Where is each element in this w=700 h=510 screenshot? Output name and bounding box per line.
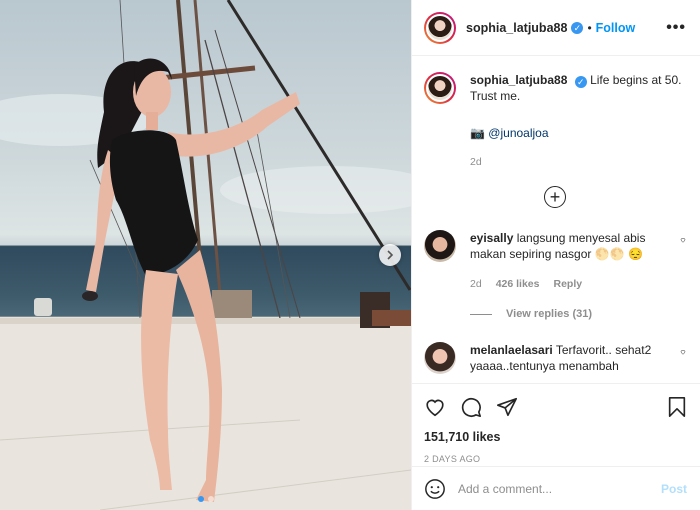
comment-item: eyisally langsung menyesal abis makan se… (424, 230, 686, 290)
like-comment-heart-icon[interactable] (674, 346, 686, 358)
verified-badge-icon: ✓ (574, 76, 587, 88)
camera-emoji: 📷 (470, 126, 485, 140)
carousel-dot (207, 496, 214, 502)
comment-username[interactable]: melanlaelasari (470, 343, 553, 357)
caption: sophia_latjuba88 ✓ Life begins at 50. Tr… (424, 72, 686, 168)
follow-button[interactable]: Follow (596, 21, 636, 35)
comment-item: melanlaelasari Terfavorit.. sehat2 yaaaa… (424, 342, 686, 374)
like-comment-heart-icon[interactable] (674, 234, 686, 246)
carousel-dots (0, 496, 411, 502)
comment-likes[interactable]: 426 likes (496, 278, 540, 290)
author-avatar[interactable] (424, 11, 456, 44)
post-side-panel: sophia_latjuba88 ✓ • Follow ••• sophia_l… (411, 0, 700, 510)
action-icons (424, 394, 687, 420)
comment-age: 2d (470, 278, 482, 290)
post-timestamp: 2 DAYS AGO (424, 454, 481, 464)
carousel-dot-active (197, 496, 204, 502)
tagged-line: 📷 @junoaljoa (470, 126, 686, 140)
comment-bubble-icon[interactable] (460, 396, 482, 418)
caption-username[interactable]: sophia_latjuba88 (470, 73, 567, 87)
reply-button[interactable]: Reply (553, 278, 582, 290)
smiley-icon[interactable] (424, 478, 446, 500)
photo-scene (0, 0, 411, 510)
commenter-avatar[interactable] (424, 342, 456, 374)
post-comment-button[interactable]: Post (661, 482, 687, 496)
verified-badge-icon: ✓ (571, 21, 584, 34)
separator-dot: • (587, 20, 592, 35)
caption-age: 2d (470, 156, 482, 168)
chevron-right-icon (387, 250, 394, 260)
comment-meta: 2d 426 likes Reply (470, 278, 674, 290)
more-horizontal-icon[interactable]: ••• (666, 19, 686, 37)
like-heart-icon[interactable] (424, 396, 446, 418)
commenter-avatar[interactable] (424, 230, 456, 262)
caption-avatar[interactable] (424, 72, 456, 104)
comment-input[interactable] (458, 481, 661, 496)
post-photo[interactable] (0, 0, 411, 510)
comment-text: melanlaelasari Terfavorit.. sehat2 yaaaa… (470, 342, 674, 374)
replies-line (470, 313, 492, 315)
post-actions: 151,710 likes 2 DAYS AGO (412, 383, 700, 464)
view-replies-label: View replies (31) (506, 308, 593, 320)
save-bookmark-icon[interactable] (667, 396, 687, 418)
caption-meta: 2d (470, 156, 686, 168)
comment-username[interactable]: eyisally (470, 231, 513, 245)
plus-circle-icon[interactable]: + (544, 186, 566, 208)
author-username[interactable]: sophia_latjuba88 (466, 21, 567, 35)
tagged-user-link[interactable]: @junoaljoa (488, 126, 548, 140)
load-more-wrap: + (424, 186, 686, 208)
view-replies-button[interactable]: View replies (31) (470, 308, 686, 320)
comments-list[interactable]: sophia_latjuba88 ✓ Life begins at 50. Tr… (412, 56, 700, 383)
comment-text: eyisally langsung menyesal abis makan se… (470, 230, 674, 262)
post-header: sophia_latjuba88 ✓ • Follow ••• (412, 0, 700, 56)
next-photo-button[interactable] (379, 244, 401, 266)
caption-text: sophia_latjuba88 ✓ Life begins at 50. Tr… (470, 72, 686, 104)
likes-count[interactable]: 151,710 likes (424, 430, 687, 444)
share-paper-plane-icon[interactable] (496, 396, 518, 418)
add-comment-bar: Post (412, 466, 700, 510)
